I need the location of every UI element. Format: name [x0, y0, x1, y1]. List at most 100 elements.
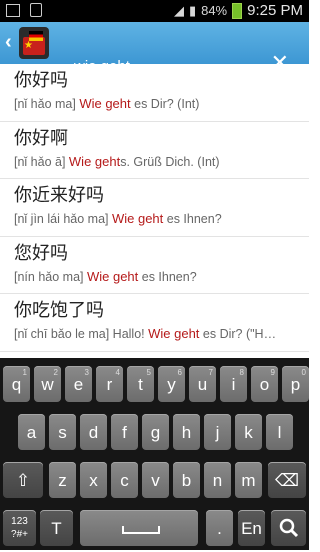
key-label: ⌫	[274, 471, 300, 490]
app-logo[interactable]: ★	[19, 27, 49, 59]
key-label: r	[106, 375, 113, 394]
key-label: a	[26, 423, 37, 442]
result-item[interactable]: 你好啊 [nǐ hǎo ā] Wie gehts. Grüß Dich. (Int…	[0, 122, 309, 179]
language-key[interactable]: En	[238, 510, 265, 546]
key-label: o	[259, 375, 270, 394]
shift-key[interactable]: ⇧	[3, 462, 43, 498]
key-label: y	[167, 375, 176, 394]
result-translation: [nín hǎo ma] Wie geht es Ihnen?	[14, 269, 309, 284]
backspace-key[interactable]: ⌫	[268, 462, 306, 498]
key-h[interactable]: h	[173, 414, 200, 450]
key-n[interactable]: n	[204, 462, 231, 498]
key-label: v	[151, 471, 160, 490]
key-label: 123 ?#+	[11, 516, 28, 540]
key-secondary: 6	[177, 368, 182, 377]
key-f[interactable]: f	[111, 414, 138, 450]
result-chinese: 你好吗	[14, 70, 68, 91]
key-secondary: 9	[270, 368, 275, 377]
key-j[interactable]: j	[204, 414, 231, 450]
back-chevron-icon[interactable]: ‹	[5, 31, 12, 54]
pinyin-text: [nín hǎo ma]	[14, 269, 87, 284]
match-highlight: Wie geht	[68, 153, 121, 169]
app-bar: ‹ ★ ✕	[0, 22, 309, 84]
key-m[interactable]: m	[235, 462, 262, 498]
key-o[interactable]: o9	[251, 366, 278, 402]
result-chinese: 你好啊	[14, 127, 68, 149]
result-item[interactable]: 您好吗 [nín hǎo ma] Wie geht es Ihnen?	[0, 237, 309, 294]
search-key[interactable]	[271, 510, 306, 546]
key-w[interactable]: w2	[34, 366, 61, 402]
key-label: En	[241, 519, 262, 538]
key-s[interactable]: s	[49, 414, 76, 450]
key-label: k	[244, 423, 253, 442]
key-secondary: 0	[301, 368, 306, 377]
pinyin-text: [nǐ chī bǎo le ma] Hallo!	[14, 327, 149, 341]
result-item[interactable]: 你好吗 [nǐ hǎo ma] Wie geht es Dir? (Int)	[0, 64, 309, 122]
key-k[interactable]: k	[235, 414, 262, 450]
result-item[interactable]: 你吃饱了吗 [nǐ chī bǎo le ma] Hallo! Wie geht …	[0, 294, 309, 352]
key-u[interactable]: u7	[189, 366, 216, 402]
key-secondary: 5	[146, 368, 151, 377]
period-key[interactable]: .	[206, 510, 233, 546]
key-secondary: 4	[115, 368, 120, 377]
key-label: t	[138, 375, 143, 394]
key-l[interactable]: l	[266, 414, 293, 450]
clock: 9:25 PM	[247, 2, 303, 19]
key-label: w	[41, 375, 54, 394]
key-secondary: 7	[208, 368, 213, 377]
translation-rest: es Dir? ("H…	[199, 327, 277, 341]
match-highlight: Wie geht	[86, 268, 139, 284]
result-item[interactable]: 你近来好吗 [nǐ jìn lái hǎo ma] Wie geht es Ihn…	[0, 179, 309, 237]
key-label: n	[212, 471, 223, 490]
result-translation: [nǐ hǎo ā] Wie gehts. Grüß Dich. (Int)	[14, 154, 309, 169]
key-label: f	[122, 423, 127, 442]
key-label: e	[73, 375, 84, 394]
result-chinese: 您好吗	[14, 242, 68, 264]
wifi-icon: ◢	[173, 2, 184, 18]
key-label: q	[11, 375, 22, 394]
key-secondary: 2	[53, 368, 58, 377]
key-label: .	[217, 519, 222, 538]
translation-rest: es Ihnen?	[163, 212, 222, 226]
key-secondary: 1	[22, 368, 27, 377]
key-b[interactable]: b	[173, 462, 200, 498]
image-icon	[6, 4, 20, 17]
translation-rest: es Dir? (Int)	[130, 97, 200, 111]
key-label: T	[51, 519, 62, 538]
battery-percent: 84%	[201, 3, 228, 18]
key-label: c	[120, 471, 129, 490]
pinyin-text: [nǐ hǎo ā]	[14, 154, 69, 169]
key-label: d	[88, 423, 99, 442]
key-r[interactable]: r4	[96, 366, 123, 402]
key-q[interactable]: q1	[3, 366, 30, 402]
key-v[interactable]: v	[142, 462, 169, 498]
result-translation: [nǐ hǎo ma] Wie geht es Dir? (Int)	[14, 96, 309, 111]
key-d[interactable]: d	[80, 414, 107, 450]
key-label: i	[231, 375, 236, 394]
key-x[interactable]: x	[80, 462, 107, 498]
key-z[interactable]: z	[49, 462, 76, 498]
status-bar: ◢ ▮ 84% 9:25 PM	[0, 0, 309, 22]
space-bar-icon	[122, 526, 160, 534]
key-label: x	[89, 471, 98, 490]
key-g[interactable]: g	[142, 414, 169, 450]
key-y[interactable]: y6	[158, 366, 185, 402]
symbols-key[interactable]: 123 ?#+	[3, 510, 36, 546]
phone-icon	[29, 3, 42, 17]
key-c[interactable]: c	[111, 462, 138, 498]
key-t[interactable]: t5	[127, 366, 154, 402]
key-label: s	[58, 423, 67, 442]
key-p[interactable]: p0	[282, 366, 309, 402]
key-i[interactable]: i8	[220, 366, 247, 402]
result-translation: [nǐ chī bǎo le ma] Hallo! Wie geht es Di…	[14, 326, 309, 341]
key-label: z	[58, 471, 67, 490]
key-a[interactable]: a	[18, 414, 45, 450]
match-highlight: Wie geht	[148, 326, 200, 341]
space-key[interactable]	[80, 510, 198, 546]
text-tool-key[interactable]: T	[40, 510, 73, 546]
key-label: j	[215, 423, 220, 442]
key-e[interactable]: e3	[65, 366, 92, 402]
keyboard: q 1 w 2 e 3 r 4 t 5 y 6 u 7 i 8 o 9 p 0 a s d f g h j k l ⇧ z x c v b n m ⌫ 12…	[0, 358, 309, 550]
translation-rest: s. Grüß Dich. (Int)	[120, 154, 220, 169]
key-label: m	[241, 471, 256, 490]
